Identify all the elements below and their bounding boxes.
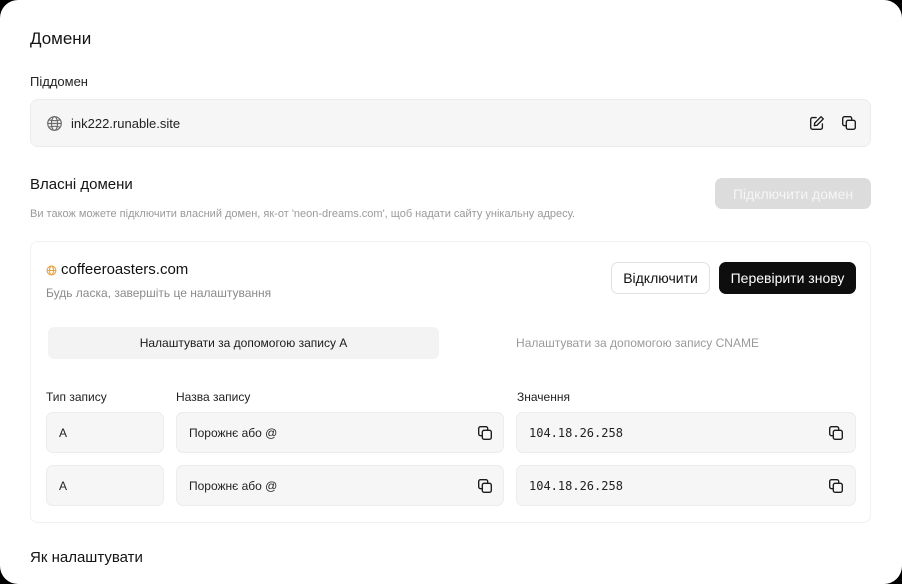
record-value: 104.18.26.258: [529, 479, 623, 493]
subdomain-label: Піддомен: [30, 74, 88, 89]
disconnect-button[interactable]: Відключити: [611, 262, 710, 294]
column-header-type: Тип запису: [46, 390, 107, 404]
record-value-cell: 104.18.26.258: [516, 465, 856, 506]
record-type-cell: A: [46, 465, 164, 506]
record-value: 104.18.26.258: [529, 426, 623, 440]
record-name: Порожнє або @: [189, 426, 278, 440]
copy-icon[interactable]: [827, 477, 845, 495]
record-type: A: [59, 426, 68, 440]
record-name-cell: Порожнє або @: [176, 465, 504, 506]
subdomain-value: ink222.runable.site: [71, 116, 181, 131]
copy-icon[interactable]: [476, 477, 494, 495]
record-type: A: [59, 479, 68, 493]
copy-icon[interactable]: [840, 114, 858, 132]
column-header-value: Значення: [517, 390, 570, 404]
domains-panel: Домени Піддомен ink222.runable.site Влас…: [0, 0, 902, 584]
page-title: Домени: [30, 29, 92, 48]
recheck-button[interactable]: Перевірити знову: [719, 262, 856, 294]
domain-status-note: Будь ласка, завершіть це налаштування: [46, 286, 272, 300]
subdomain-field: ink222.runable.site: [30, 99, 871, 147]
connect-domain-button[interactable]: Підключити домен: [715, 178, 871, 209]
domain-name: coffeeroasters.com: [61, 261, 189, 278]
custom-domains-title: Власні домени: [30, 176, 133, 193]
tab-cname-record[interactable]: Налаштувати за допомогою запису CNAME: [439, 327, 836, 359]
domain-globe-icon: [46, 263, 57, 276]
record-value-cell: 104.18.26.258: [516, 412, 856, 453]
tab-a-record[interactable]: Налаштувати за допомогою запису A: [48, 327, 439, 359]
globe-icon: [46, 115, 63, 132]
edit-icon[interactable]: [808, 114, 826, 132]
custom-domains-hint: Ви також можете підключити власний домен…: [30, 208, 576, 220]
copy-icon[interactable]: [827, 424, 845, 442]
how-to-setup-title: Як налаштувати: [30, 549, 143, 566]
record-type-cell: A: [46, 412, 164, 453]
record-name-cell: Порожнє або @: [176, 412, 504, 453]
copy-icon[interactable]: [476, 424, 494, 442]
record-name: Порожнє або @: [189, 479, 278, 493]
column-header-name: Назва запису: [176, 390, 251, 404]
